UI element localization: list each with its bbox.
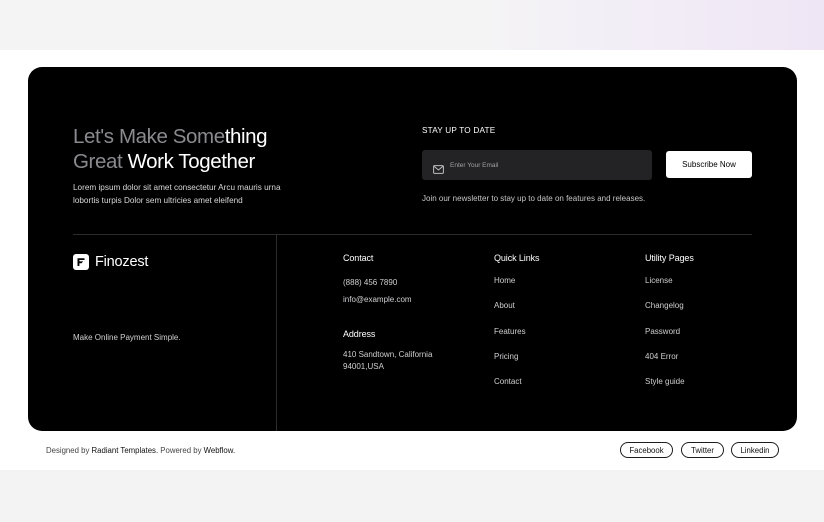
twitter-button[interactable]: Twitter (681, 442, 724, 458)
address-line2: 94001,USA (343, 362, 384, 371)
quick-link-home[interactable]: Home (494, 276, 515, 285)
quick-link-features[interactable]: Features (494, 327, 526, 336)
contact-title: Contact (343, 253, 374, 263)
utility-link-changelog[interactable]: Changelog (645, 301, 684, 310)
quick-link-pricing[interactable]: Pricing (494, 352, 518, 361)
top-band (0, 0, 824, 50)
newsletter-title: STAY UP TO DATE (422, 126, 496, 135)
quick-links-title: Quick Links (494, 253, 540, 263)
email-field[interactable] (422, 150, 652, 180)
quick-link-contact[interactable]: Contact (494, 377, 522, 386)
contact-email-link[interactable]: info@example.com (343, 295, 412, 304)
headline-line1-dim: Let's Make Some (73, 125, 225, 148)
utility-pages-title: Utility Pages (645, 253, 694, 263)
webflow-link[interactable]: Webflow. (204, 446, 236, 455)
headline-line2-bright: Work Together (127, 149, 256, 173)
utility-link-404[interactable]: 404 Error (645, 352, 678, 361)
utility-link-license[interactable]: License (645, 276, 673, 285)
brand-tagline: Make Online Payment Simple. (73, 333, 181, 342)
utility-link-style-guide[interactable]: Style guide (645, 377, 685, 386)
footer-card: Let's Make Something Great Work Together… (28, 67, 797, 431)
horizontal-divider (73, 234, 752, 235)
footer-headline: Let's Make Something Great Work Together (73, 125, 268, 174)
contact-phone-link[interactable]: (888) 456 7890 (343, 278, 397, 287)
finozest-logo-icon (73, 254, 89, 270)
address-line1: 410 Sandtown, California (343, 350, 433, 359)
utility-link-password[interactable]: Password (645, 327, 680, 336)
credits-text: Designed by Radiant Templates. Powered b… (46, 446, 235, 455)
subscribe-button[interactable]: Subscribe Now (666, 151, 752, 178)
powered-by-label: Powered by (158, 446, 204, 455)
intro-text: Lorem ipsum dolor sit amet consectetur A… (73, 183, 281, 205)
brand-name: Finozest (95, 254, 149, 270)
designed-by-label: Designed by (46, 446, 92, 455)
vertical-divider (276, 234, 277, 431)
facebook-button[interactable]: Facebook (620, 442, 673, 458)
bottom-band (0, 470, 824, 522)
linkedin-button[interactable]: Linkedin (731, 442, 779, 458)
mail-icon (433, 161, 444, 174)
email-input[interactable] (450, 161, 630, 169)
radiant-templates-link[interactable]: Radiant Templates. (92, 446, 159, 455)
brand-logo[interactable]: Finozest (73, 254, 148, 270)
quick-link-about[interactable]: About (494, 301, 515, 310)
address-title: Address (343, 329, 376, 339)
headline-line1-bright: thing (224, 125, 268, 148)
newsletter-note: Join our newsletter to stay up to date o… (422, 194, 646, 203)
headline-line2-dim: Great (73, 149, 128, 173)
